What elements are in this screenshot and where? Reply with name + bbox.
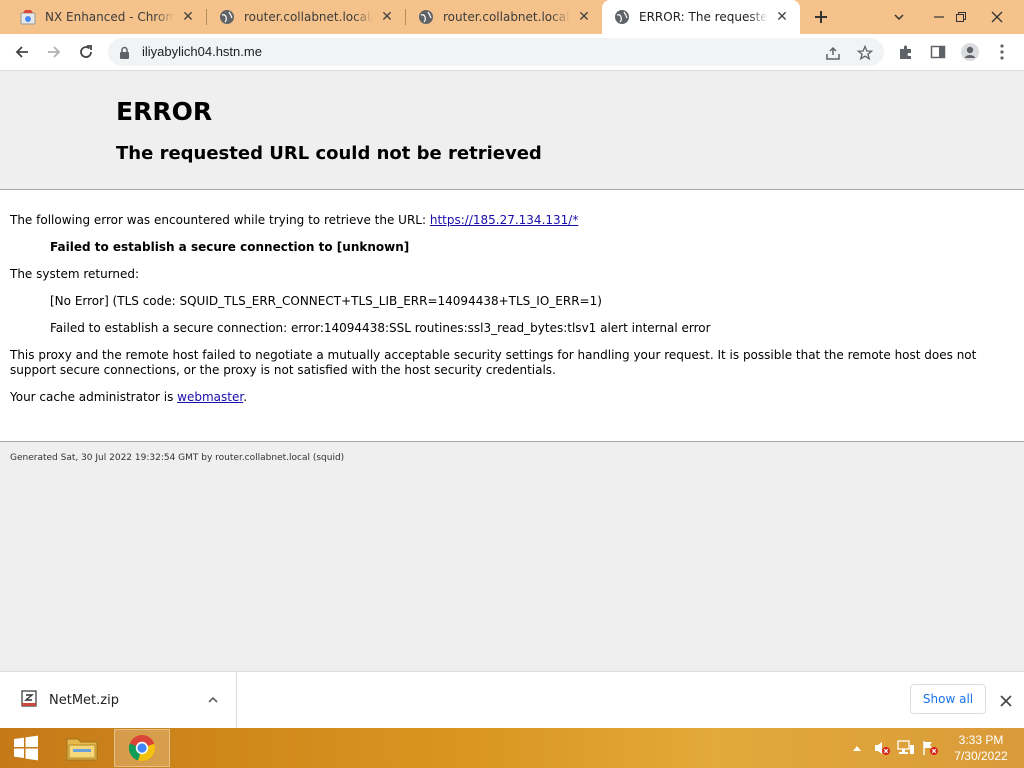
new-tab-button[interactable] <box>808 4 834 30</box>
page-content: ERROR The requested URL could not be ret… <box>0 71 1024 671</box>
share-icon[interactable] <box>824 44 842 62</box>
error-detail-tls-code: [No Error] (TLS code: SQUID_TLS_ERR_CONN… <box>50 294 602 308</box>
tab-title: router.collabnet.local/blocked <box>443 10 570 24</box>
tab-strip: NX Enhanced - Chrome Web Store ✕ router.… <box>0 0 1024 34</box>
lock-icon[interactable] <box>119 45 130 64</box>
page-subtitle: The requested URL could not be retrieved <box>116 143 542 164</box>
download-item[interactable]: NetMet.zip <box>0 672 237 729</box>
plus-icon <box>815 11 827 23</box>
chrome-icon <box>128 735 156 762</box>
profile-avatar-icon[interactable] <box>960 42 980 62</box>
close-icon <box>1000 695 1012 707</box>
error-detail-ssl: Failed to establish a secure connection:… <box>50 321 711 335</box>
tab-nx-enhanced[interactable]: NX Enhanced - Chrome Web Store ✕ <box>8 0 206 34</box>
tab-title: NX Enhanced - Chrome Web Store <box>45 10 174 24</box>
close-window-button[interactable] <box>980 0 1014 34</box>
restore-icon <box>956 12 966 22</box>
error-body: The following error was encountered whil… <box>0 190 1024 442</box>
tab-title: ERROR: The requested URL could not be re… <box>639 10 768 24</box>
url-text[interactable]: iliyabylich04.hstn.me <box>142 44 262 59</box>
page-title: ERROR <box>116 97 213 126</box>
chevron-up-icon <box>853 746 861 751</box>
forward-button[interactable] <box>40 38 68 66</box>
tab-router-blocked-2[interactable]: router.collabnet.local/blocked ✕ <box>406 0 602 34</box>
browser-toolbar: iliyabylich04.hstn.me <box>0 34 1024 71</box>
tab-title: router.collabnet.local/blocked <box>244 10 373 24</box>
address-bar[interactable]: iliyabylich04.hstn.me <box>108 38 884 66</box>
volume-muted-icon[interactable] <box>872 728 892 768</box>
clock-time: 3:33 PM <box>958 733 1004 747</box>
chrome-web-store-icon <box>20 9 36 25</box>
arrow-left-icon <box>15 46 28 58</box>
admin-paragraph: Your cache administrator is webmaster. <box>10 390 247 405</box>
action-center-flag-icon[interactable] <box>920 728 940 768</box>
download-file-name: NetMet.zip <box>49 693 119 708</box>
start-button[interactable] <box>0 728 52 768</box>
reload-button[interactable] <box>72 38 100 66</box>
globe-icon <box>418 9 434 25</box>
restore-button[interactable] <box>944 0 978 34</box>
show-hidden-icons-button[interactable] <box>850 728 864 768</box>
tab-router-blocked-1[interactable]: router.collabnet.local/blocked ✕ <box>207 0 405 34</box>
windows-logo-icon <box>14 735 38 761</box>
admin-prefix: Your cache administrator is <box>10 390 178 404</box>
bookmark-star-icon[interactable] <box>856 44 874 62</box>
chrome-taskbar-button[interactable] <box>114 729 170 767</box>
clock-date: 7/30/2022 <box>954 749 1008 763</box>
intro-text: The following error was encountered whil… <box>10 213 430 227</box>
system-clock[interactable]: 3:33 PM 7/30/2022 <box>944 732 1018 764</box>
close-tab-icon[interactable]: ✕ <box>180 9 196 25</box>
explanation-paragraph: This proxy and the remote host failed to… <box>10 348 977 377</box>
close-shelf-button[interactable] <box>996 691 1016 711</box>
close-tab-icon[interactable]: ✕ <box>576 9 592 25</box>
globe-icon <box>219 9 235 25</box>
intro-paragraph: The following error was encountered whil… <box>10 213 578 228</box>
windows-taskbar: 3:33 PM 7/30/2022 <box>0 728 1024 768</box>
error-title: Failed to establish a secure connection … <box>50 240 410 254</box>
zip-file-icon <box>20 690 38 708</box>
kebab-menu-icon[interactable] <box>992 42 1012 62</box>
network-icon[interactable] <box>896 728 916 768</box>
folder-icon <box>66 738 98 761</box>
close-icon <box>991 11 1003 23</box>
globe-icon <box>614 9 630 25</box>
chevron-down-icon <box>894 14 904 21</box>
download-shelf: NetMet.zip Show all <box>0 671 1024 729</box>
admin-suffix: . <box>243 390 248 404</box>
extensions-puzzle-icon[interactable] <box>896 42 916 62</box>
chevron-up-icon[interactable] <box>204 691 222 709</box>
close-tab-icon[interactable]: ✕ <box>774 9 790 25</box>
error-header: ERROR The requested URL could not be ret… <box>0 71 1024 190</box>
file-explorer-button[interactable] <box>54 729 110 767</box>
requested-url-link[interactable]: https://185.27.134.131/* <box>430 213 578 227</box>
reload-icon <box>80 45 92 58</box>
tab-search-button[interactable] <box>882 0 916 34</box>
system-returned-label: The system returned: <box>10 267 140 281</box>
close-tab-icon[interactable]: ✕ <box>379 9 395 25</box>
arrow-right-icon <box>48 46 61 58</box>
webmaster-link[interactable]: webmaster <box>177 390 243 404</box>
side-panel-icon[interactable] <box>928 42 948 62</box>
show-all-button[interactable]: Show all <box>910 684 986 714</box>
back-button[interactable] <box>8 38 36 66</box>
tab-error-active[interactable]: ERROR: The requested URL could not be re… <box>602 0 800 34</box>
page-footer: Generated Sat, 30 Jul 2022 19:32:54 GMT … <box>10 453 345 463</box>
